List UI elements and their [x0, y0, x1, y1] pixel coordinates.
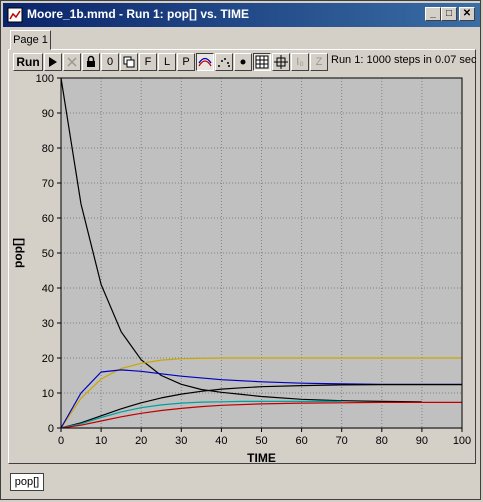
maximize-button[interactable]: □	[441, 7, 457, 21]
title-bar[interactable]: Moore_1b.mmd - Run 1: pop[] vs. TIME _ □…	[3, 3, 480, 27]
play-icon	[49, 57, 57, 67]
minimize-button[interactable]: _	[425, 7, 441, 21]
crosshair-button[interactable]	[272, 53, 290, 71]
lock-button[interactable]	[82, 53, 100, 71]
lock-icon	[87, 55, 95, 67]
copy-icon	[123, 56, 135, 68]
lines-icon	[198, 57, 212, 67]
stop-icon	[67, 57, 77, 67]
dots-toggle[interactable]	[215, 53, 233, 71]
grid-toggle[interactable]	[253, 53, 271, 71]
app-window: Moore_1b.mmd - Run 1: pop[] vs. TIME _ □…	[0, 0, 481, 500]
grid-icon	[255, 55, 269, 69]
dot-icon	[240, 59, 246, 65]
scatter-icon	[218, 58, 230, 67]
play-button[interactable]	[44, 53, 62, 71]
app-icon	[7, 7, 23, 23]
tab-page-1[interactable]: Page 1	[10, 30, 51, 50]
copy-button[interactable]	[120, 53, 138, 71]
close-button[interactable]: ✕	[459, 7, 475, 21]
window-title: Moore_1b.mmd - Run 1: pop[] vs. TIME	[27, 7, 250, 21]
run-status: Run 1: 1000 steps in 0.07 sec	[331, 54, 477, 66]
run-button[interactable]: Run	[13, 53, 43, 71]
point-button[interactable]	[234, 53, 252, 71]
bottom-tab-pop[interactable]: pop[]	[10, 473, 44, 491]
plot-area[interactable]	[61, 78, 462, 429]
lines-toggle[interactable]	[196, 53, 214, 71]
stop-button[interactable]	[63, 53, 81, 71]
crosshair-icon	[274, 55, 288, 69]
p-button[interactable]: P	[177, 53, 195, 71]
z-button[interactable]: Z	[310, 53, 328, 71]
f-button[interactable]: F	[139, 53, 157, 71]
initial-conditions-button[interactable]: I₀	[291, 53, 309, 71]
l-button[interactable]: L	[158, 53, 176, 71]
zero-button[interactable]: 0	[101, 53, 119, 71]
